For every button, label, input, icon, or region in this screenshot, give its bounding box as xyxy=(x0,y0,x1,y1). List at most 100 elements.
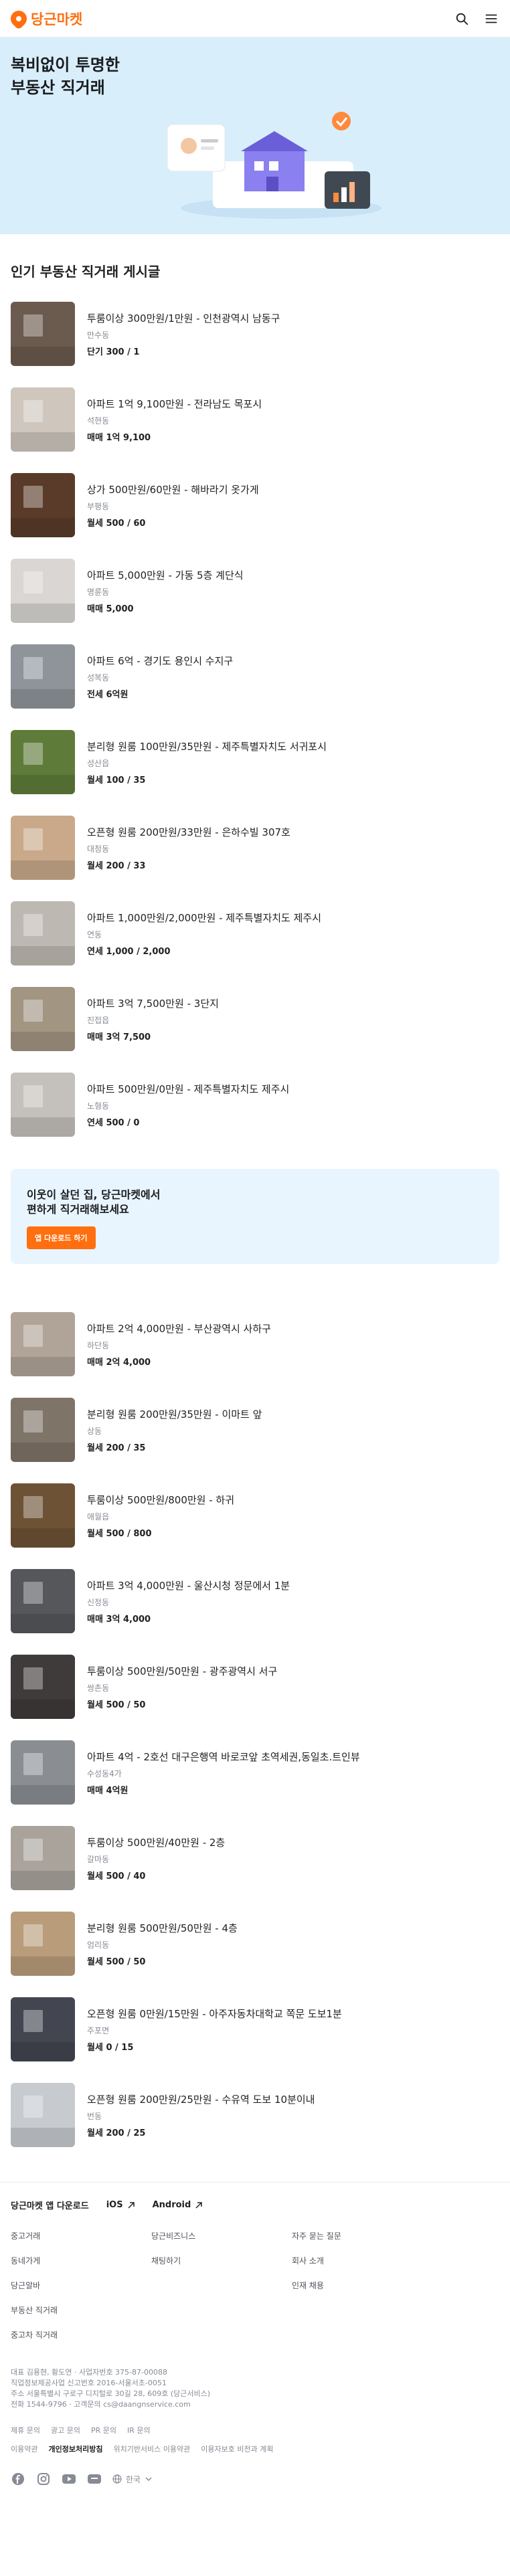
footer-spacer xyxy=(292,2329,432,2340)
privacy-policy-link[interactable]: 개인정보처리방침 xyxy=(48,2444,102,2454)
listing-title: 오픈형 원룸 0만원/15만원 - 아주자동차대학교 쪽문 도보1분 xyxy=(87,2007,342,2020)
listing-info: 아파트 6억 - 경기도 용인시 수지구 성복동 전세 6억원 xyxy=(87,654,233,700)
footer: 당근마켓 앱 다운로드 iOS Android 중고거래 당근비즈니스 자주 묻는 … xyxy=(0,2182,510,2513)
listing-thumbnail xyxy=(11,1569,75,1633)
logo[interactable]: 당근마켓 xyxy=(7,7,82,30)
hero-banner: 복비없이 투명한 부동산 직거래 xyxy=(0,37,510,234)
listing-thumbnail xyxy=(11,473,75,537)
listing-item[interactable]: 분리형 원룸 100만원/35만원 - 제주특별자치도 서귀포시 성산읍 월세 10… xyxy=(0,719,510,805)
listing-item[interactable]: 아파트 500만원/0만원 - 제주특별자치도 제주시 노형동 연세 500 / 0 xyxy=(0,1062,510,1147)
listing-item[interactable]: 투룸이상 500만원/800만원 - 하귀 애월읍 월세 500 / 800 xyxy=(0,1473,510,1558)
app-download-button[interactable]: 앱 다운로드 하기 xyxy=(27,1226,96,1249)
hero-title: 복비없이 투명한 부동산 직거래 xyxy=(11,54,499,99)
top-header: 당근마켓 xyxy=(0,0,510,37)
listing-thumbnail xyxy=(11,1655,75,1719)
listing-item[interactable]: 투룸이상 500만원/50만원 - 광주광역시 서구 쌍촌동 월세 500 / 50 xyxy=(0,1644,510,1730)
ad-inquiry-link[interactable]: 광고 문의 xyxy=(51,2425,80,2435)
youtube-icon[interactable] xyxy=(62,2472,76,2486)
listing-region: 엄리동 xyxy=(87,1940,110,1950)
listing-item[interactable]: 오픈형 원룸 200만원/25만원 - 수유역 도보 10분이내 번동 월세 200… xyxy=(0,2072,510,2158)
listing-title: 투룸이상 500만원/800만원 - 하귀 xyxy=(87,1493,235,1506)
listing-item[interactable]: 아파트 4억 - 2호선 대구은행역 바로코앞 초역세권,동일초.트인뷰 수성동4… xyxy=(0,1730,510,1815)
listing-region: 만수동 xyxy=(87,330,110,340)
listing-title: 상가 500만원/60만원 - 해바라기 옷가게 xyxy=(87,483,259,496)
facebook-icon[interactable] xyxy=(11,2472,25,2486)
app-banner-wrap: 이웃이 살던 집, 당근마켓에서 편하게 직거래해보세요 앱 다운로드 하기 xyxy=(0,1147,510,1301)
footer-link[interactable]: 당근알바 xyxy=(11,2280,151,2291)
listing-item[interactable]: 분리형 원룸 200만원/35만원 - 이마트 앞 상동 월세 200 / 35 xyxy=(0,1387,510,1473)
listing-thumbnail xyxy=(11,1398,75,1462)
listing-region: 부평동 xyxy=(87,501,110,511)
footer-link[interactable]: 동네가게 xyxy=(11,2255,151,2266)
listing-title: 아파트 1,000만원/2,000만원 - 제주특별자치도 제주시 xyxy=(87,911,322,924)
listing-title: 아파트 3억 4,000만원 - 울산시청 정문에서 1분 xyxy=(87,1579,290,1592)
footer-link[interactable]: 채팅하기 xyxy=(151,2255,292,2266)
listing-item[interactable]: 아파트 6억 - 경기도 용인시 수지구 성복동 전세 6억원 xyxy=(0,634,510,719)
footer-link[interactable]: 중고차 직거래 xyxy=(11,2329,151,2340)
footer-link[interactable]: 자주 묻는 질문 xyxy=(292,2230,432,2241)
footer-link[interactable]: 당근비즈니스 xyxy=(151,2230,292,2241)
listing-price: 월세 200 / 33 xyxy=(87,860,146,871)
listing-price: 월세 500 / 800 xyxy=(87,1528,152,1539)
banner-line2: 편하게 직거래해보세요 xyxy=(27,1203,129,1216)
listing-info: 분리형 원룸 500만원/50만원 - 4층 엄리동 월세 500 / 50 xyxy=(87,1921,238,1967)
listing-info: 아파트 1억 9,100만원 - 전라남도 목포시 석현동 매매 1억 9,100 xyxy=(87,397,262,443)
user-protection-link[interactable]: 이용자보호 비전과 계획 xyxy=(201,2444,273,2454)
listing-info: 투룸이상 500만원/800만원 - 하귀 애월읍 월세 500 / 800 xyxy=(87,1493,234,1539)
listing-item[interactable]: 분리형 원룸 500만원/50만원 - 4층 엄리동 월세 500 / 50 xyxy=(0,1901,510,1987)
listing-info: 아파트 4억 - 2호선 대구은행역 바로코앞 초역세권,동일초.트인뷰 수성동4… xyxy=(87,1750,360,1796)
blog-icon[interactable] xyxy=(87,2472,102,2486)
listing-title: 오픈형 원룸 200만원/33만원 - 은하수빌 307호 xyxy=(87,826,290,838)
listing-title: 아파트 1억 9,100만원 - 전라남도 목포시 xyxy=(87,397,262,410)
listing-title: 분리형 원룸 500만원/50만원 - 4층 xyxy=(87,1922,238,1934)
listing-item[interactable]: 오픈형 원룸 0만원/15만원 - 아주자동차대학교 쪽문 도보1분 주포면 월세 … xyxy=(0,1987,510,2072)
listing-info: 아파트 2억 4,000만원 - 부산광역시 사하구 하단동 매매 2억 4,000 xyxy=(87,1321,271,1368)
app-download-row: 당근마켓 앱 다운로드 iOS Android xyxy=(11,2199,499,2211)
listing-price: 매매 5,000 xyxy=(87,604,134,614)
footer-spacer xyxy=(151,2329,292,2340)
listing-item[interactable]: 아파트 1,000만원/2,000만원 - 제주특별자치도 제주시 연동 연세 1,… xyxy=(0,891,510,976)
android-link[interactable]: Android xyxy=(153,2200,203,2210)
listing-price: 월세 500 / 60 xyxy=(87,518,146,529)
chevron-down-icon xyxy=(145,2477,152,2482)
listing-thumbnail xyxy=(11,901,75,965)
app-download-banner: 이웃이 살던 집, 당근마켓에서 편하게 직거래해보세요 앱 다운로드 하기 xyxy=(11,1169,499,1264)
carrot-logo-icon xyxy=(7,7,30,30)
listing-item[interactable]: 투룸이상 500만원/40만원 - 2층 갈마동 월세 500 / 40 xyxy=(0,1815,510,1901)
listing-item[interactable]: 아파트 1억 9,100만원 - 전라남도 목포시 석현동 매매 1억 9,100 xyxy=(0,377,510,462)
footer-link[interactable]: 인재 채용 xyxy=(292,2280,432,2291)
listing-thumbnail xyxy=(11,1073,75,1137)
company-line: 대표 김용현, 황도연 · 사업자번호 375-87-00088 xyxy=(11,2368,167,2377)
listing-item[interactable]: 상가 500만원/60만원 - 해바라기 옷가게부평동월세 500 / 60 xyxy=(0,462,510,548)
instagram-icon[interactable] xyxy=(36,2472,51,2486)
footer-link[interactable]: 중고거래 xyxy=(11,2230,151,2241)
listing-item[interactable]: 아파트 3억 4,000만원 - 울산시청 정문에서 1분 신정동 매매 3억 4,… xyxy=(0,1558,510,1644)
listing-info: 오픈형 원룸 200만원/33만원 - 은하수빌 307호 대청동 월세 200 /… xyxy=(87,825,290,871)
listing-info: 투룸이상 300만원/1만원 - 인천광역시 남동구 만수동 단기 300 / 1 xyxy=(87,311,280,357)
location-terms-link[interactable]: 위치기반서비스 이용약관 xyxy=(113,2444,190,2454)
ios-link[interactable]: iOS xyxy=(106,2200,135,2210)
listing-region: 노형동 xyxy=(87,1101,110,1111)
pr-inquiry-link[interactable]: PR 문의 xyxy=(91,2425,116,2435)
listing-info: 아파트 3억 7,500만원 - 3단지 진접읍 매매 3억 7,500 xyxy=(87,996,219,1042)
listing-region: 연동 xyxy=(87,929,102,939)
listing-item[interactable]: 투룸이상 300만원/1만원 - 인천광역시 남동구 만수동 단기 300 / 1 xyxy=(0,291,510,377)
partnership-inquiry-link[interactable]: 제휴 문의 xyxy=(11,2425,40,2435)
listing-info: 투룸이상 500만원/40만원 - 2층 갈마동 월세 500 / 40 xyxy=(87,1835,225,1881)
listing-item[interactable]: 아파트 3억 7,500만원 - 3단지 진접읍 매매 3억 7,500 xyxy=(0,976,510,1062)
search-icon[interactable] xyxy=(454,11,470,27)
listing-price: 전세 6억원 xyxy=(87,689,129,700)
listing-item[interactable]: 오픈형 원룸 200만원/33만원 - 은하수빌 307호 대청동 월세 200 /… xyxy=(0,805,510,891)
language-selector[interactable]: 한국 xyxy=(112,2474,153,2485)
footer-spacer xyxy=(151,2304,292,2316)
footer-link[interactable]: 회사 소개 xyxy=(292,2255,432,2266)
language-label: 한국 xyxy=(126,2474,141,2484)
hamburger-menu-icon[interactable] xyxy=(483,11,499,27)
ir-inquiry-link[interactable]: IR 문의 xyxy=(127,2425,151,2435)
listing-item[interactable]: 아파트 2억 4,000만원 - 부산광역시 사하구 하단동 매매 2억 4,000 xyxy=(0,1301,510,1387)
terms-link[interactable]: 이용약관 xyxy=(11,2444,37,2454)
listing-price: 매매 4억원 xyxy=(87,1785,129,1796)
listing-item[interactable]: 아파트 5,000만원 - 가동 5층 계단식 명륜동 매매 5,000 xyxy=(0,548,510,634)
footer-link[interactable]: 부동산 직거래 xyxy=(11,2304,151,2316)
listing-title: 오픈형 원룸 200만원/25만원 - 수유역 도보 10분이내 xyxy=(87,2093,315,2106)
